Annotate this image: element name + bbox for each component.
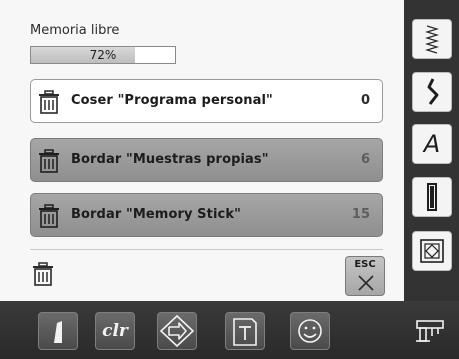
trash-icon bbox=[39, 149, 59, 173]
alphabet-icon: A bbox=[423, 130, 441, 158]
row-bordar-memory-stick[interactable]: Bordar "Memory Stick" 15 bbox=[30, 193, 383, 237]
memory-percent-text: 72% bbox=[89, 48, 117, 62]
main-panel: Memoria libre 72% Coser "Programa person… bbox=[0, 0, 404, 301]
quilt-stitch-icon bbox=[420, 239, 444, 263]
sidebar-btn-alphabet[interactable]: A bbox=[412, 124, 452, 164]
row-bordar-muestras-propias[interactable]: Bordar "Muestras propias" 6 bbox=[30, 138, 383, 182]
sidebar-btn-zigzag-stitch[interactable] bbox=[412, 19, 452, 59]
row-coser-programa-personal[interactable]: Coser "Programa personal" 0 bbox=[30, 79, 383, 123]
right-sidebar: A bbox=[404, 0, 459, 301]
row-label: Bordar "Memory Stick" bbox=[71, 207, 241, 222]
decorative-stitch-icon bbox=[427, 78, 439, 105]
trash-icon[interactable] bbox=[32, 262, 54, 286]
folder-icon bbox=[233, 318, 257, 346]
folder-button[interactable] bbox=[225, 312, 265, 350]
row-count: 0 bbox=[360, 93, 370, 108]
memory-progress-bar: 72% bbox=[30, 46, 176, 64]
sidebar-btn-decorative-stitch[interactable] bbox=[412, 72, 452, 112]
pattern-start-icon bbox=[159, 314, 195, 348]
pattern-start-button[interactable] bbox=[157, 312, 197, 350]
row-count: 6 bbox=[360, 152, 370, 167]
sewing-machine-button[interactable] bbox=[412, 312, 452, 350]
sidebar-btn-buttonhole[interactable] bbox=[412, 177, 452, 217]
memory-free-label: Memoria libre bbox=[30, 23, 120, 38]
smiley-button[interactable] bbox=[290, 312, 330, 350]
esc-label: ESC bbox=[354, 259, 376, 270]
row-label: Bordar "Muestras propias" bbox=[71, 152, 269, 167]
divider bbox=[30, 249, 383, 250]
zigzag-stitch-icon bbox=[424, 25, 440, 54]
trash-icon bbox=[39, 204, 59, 228]
row-count: 15 bbox=[351, 207, 370, 222]
esc-button[interactable]: ESC bbox=[345, 256, 385, 296]
needle-stop-button[interactable] bbox=[38, 312, 78, 350]
trash-icon bbox=[39, 90, 59, 114]
row-label: Coser "Programa personal" bbox=[71, 93, 273, 108]
close-icon bbox=[358, 275, 374, 291]
needle-stop-icon bbox=[54, 321, 62, 343]
bottom-toolbar: clr bbox=[0, 301, 459, 359]
clear-icon: clr bbox=[102, 321, 128, 341]
sewing-machine-icon bbox=[416, 320, 444, 342]
clear-button[interactable]: clr bbox=[95, 312, 135, 350]
sidebar-btn-quilt-stitch[interactable] bbox=[412, 231, 452, 271]
smiley-icon bbox=[298, 319, 322, 343]
buttonhole-icon bbox=[427, 183, 437, 211]
